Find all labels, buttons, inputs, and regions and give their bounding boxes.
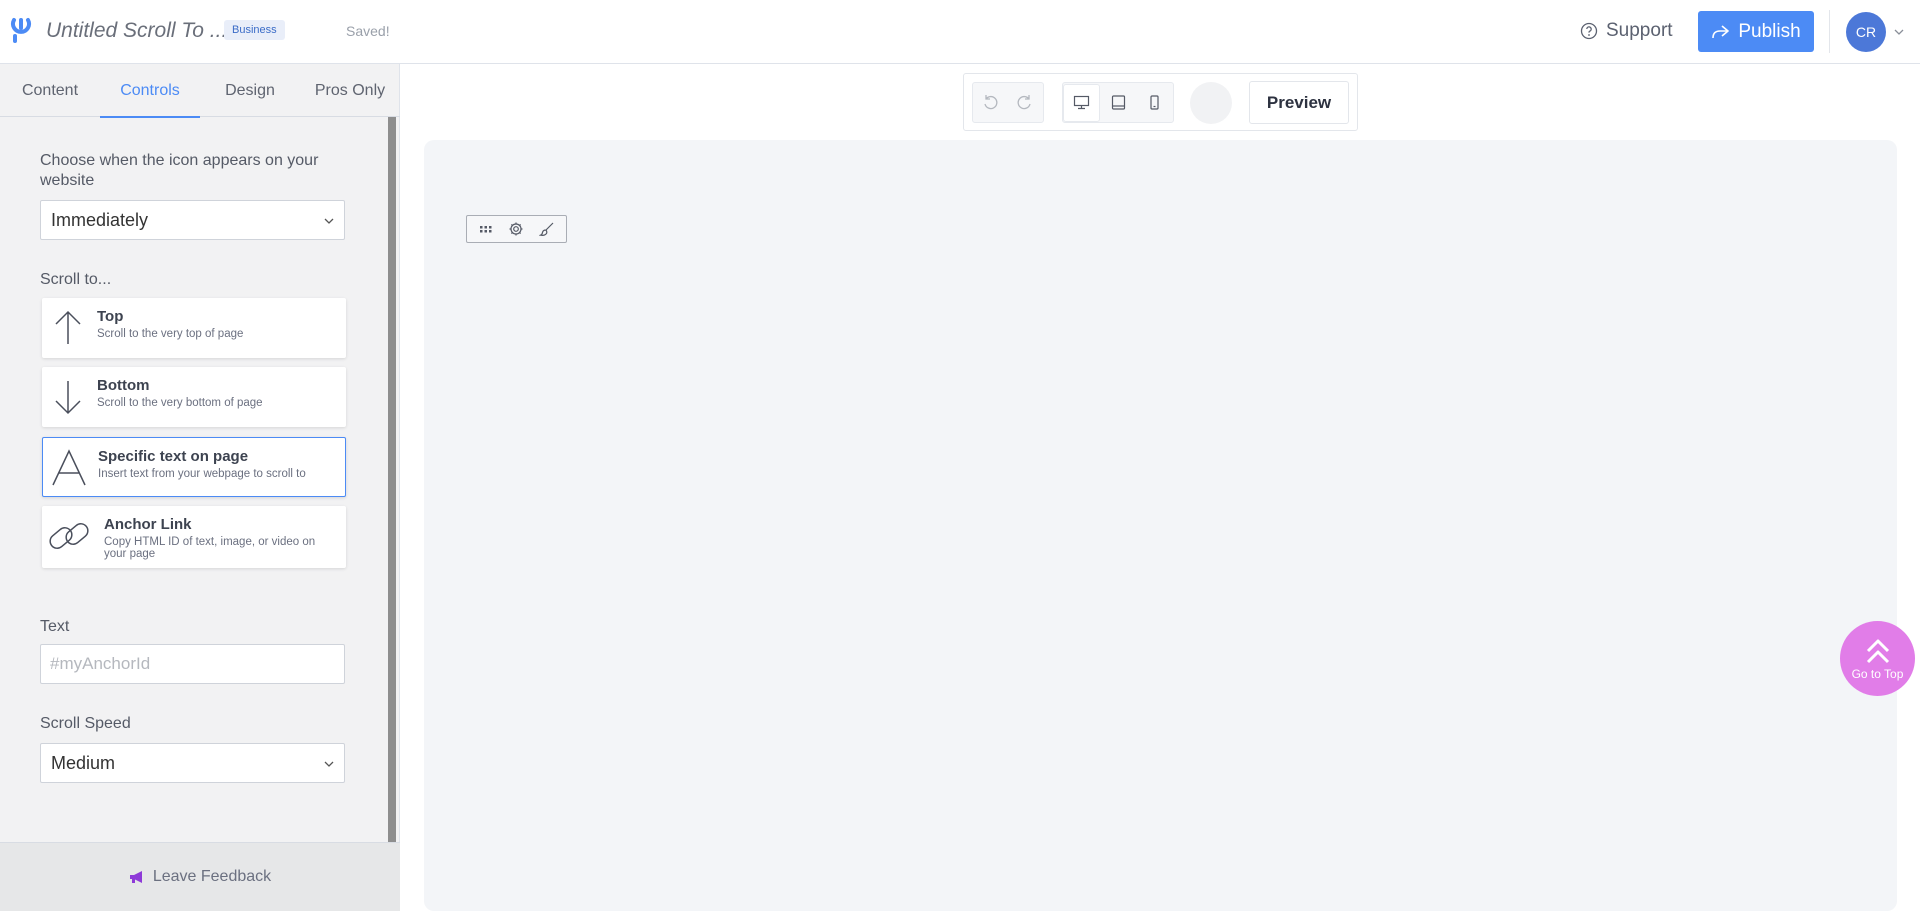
go-to-top-label: Go to Top	[1851, 667, 1904, 681]
scroll-option-specific-text[interactable]: Specific text on page Insert text from y…	[42, 437, 346, 497]
feedback-label: Leave Feedback	[152, 868, 272, 885]
option-title: Bottom	[97, 377, 150, 394]
scroll-speed-select[interactable]: Medium	[40, 743, 345, 783]
undo-icon	[983, 95, 997, 110]
double-chevron-up-icon	[1866, 639, 1889, 664]
chevron-down-icon	[324, 218, 334, 224]
chevron-down-icon[interactable]	[1893, 26, 1905, 38]
widget-settings-button[interactable]	[502, 216, 530, 242]
scroll-to-label: Scroll to...	[40, 271, 112, 288]
tablet-icon	[1111, 95, 1125, 110]
mobile-view-button[interactable]	[1136, 84, 1173, 122]
settings-sidebar: Content Controls Design Pros Only Choose…	[0, 64, 400, 911]
tab-design[interactable]: Design	[200, 64, 300, 117]
scroll-option-bottom[interactable]: Bottom Scroll to the very bottom of page	[42, 367, 346, 427]
link-icon	[49, 523, 89, 549]
publish-label: Publish	[1738, 20, 1801, 42]
device-group	[1062, 82, 1174, 123]
widget-toolbar	[466, 215, 567, 243]
desktop-icon	[1073, 95, 1089, 110]
undo-button[interactable]	[973, 84, 1007, 122]
appear-select-value: Immediately	[51, 209, 149, 230]
option-description: Insert text from your webpage to scroll …	[98, 468, 306, 480]
scroll-option-top[interactable]: Top Scroll to the very top of page	[42, 298, 346, 358]
letter-a-icon	[52, 449, 86, 486]
appear-label: Choose when the icon appears on your web…	[40, 152, 319, 189]
megaphone-icon	[129, 871, 142, 883]
grid-dots-icon	[480, 226, 492, 233]
arrow-down-icon	[55, 381, 81, 415]
anchor-text-input[interactable]	[40, 644, 345, 684]
tab-controls[interactable]: Controls	[100, 64, 200, 118]
sidebar-tabs: Content Controls Design Pros Only	[0, 64, 400, 118]
publish-button[interactable]: Publish	[1698, 11, 1814, 52]
tablet-view-button[interactable]	[1100, 84, 1137, 122]
save-status: Saved!	[346, 23, 390, 39]
toolbar-circle-button[interactable]	[1190, 82, 1232, 124]
gear-icon	[509, 222, 523, 236]
option-description: Scroll to the very bottom of page	[97, 397, 263, 409]
sidebar-scrollbar[interactable]	[388, 117, 396, 842]
scroll-speed-label: Scroll Speed	[40, 715, 131, 732]
support-label: Support	[1606, 20, 1673, 41]
tab-pros-only[interactable]: Pros Only	[300, 64, 400, 117]
user-avatar[interactable]: CR	[1846, 12, 1886, 52]
option-description: Scroll to the very top of page	[97, 328, 244, 340]
scroll-speed-value: Medium	[51, 752, 116, 773]
share-arrow-icon	[1712, 24, 1730, 38]
redo-icon	[1017, 95, 1031, 110]
appear-select[interactable]: Immediately	[40, 200, 345, 240]
desktop-view-button[interactable]	[1063, 83, 1100, 122]
scroll-option-anchor-link[interactable]: Anchor Link Copy HTML ID of text, image,…	[42, 506, 346, 568]
app-logo-icon[interactable]	[10, 16, 32, 44]
preview-button[interactable]: Preview	[1249, 81, 1349, 124]
history-group	[972, 82, 1044, 123]
option-title: Specific text on page	[98, 448, 249, 465]
leave-feedback-button[interactable]: Leave Feedback	[0, 842, 400, 911]
plan-badge: Business	[224, 20, 285, 40]
header-divider	[1829, 10, 1830, 53]
chevron-down-icon	[324, 761, 334, 767]
brush-icon	[538, 222, 554, 236]
arrow-up-icon	[55, 310, 81, 344]
option-title: Top	[97, 308, 124, 325]
preview-canvas	[424, 140, 1897, 911]
help-circle-icon	[1580, 22, 1598, 40]
text-field-label: Text	[40, 618, 70, 635]
redo-button[interactable]	[1007, 84, 1041, 122]
app-title[interactable]: Untitled Scroll To ...	[46, 19, 227, 43]
editor-toolbar: Preview	[963, 73, 1358, 131]
widget-design-button[interactable]	[533, 216, 561, 242]
option-title: Anchor Link	[104, 516, 192, 533]
mobile-icon	[1150, 95, 1159, 110]
option-description: Copy HTML ID of text, image, or video on…	[104, 536, 316, 560]
go-to-top-widget[interactable]: Go to Top	[1840, 621, 1915, 696]
widget-content-button[interactable]	[472, 216, 500, 242]
top-header: Untitled Scroll To ... Business Saved! S…	[0, 0, 1920, 64]
support-link[interactable]: Support	[1580, 19, 1673, 43]
tab-content[interactable]: Content	[0, 64, 100, 117]
